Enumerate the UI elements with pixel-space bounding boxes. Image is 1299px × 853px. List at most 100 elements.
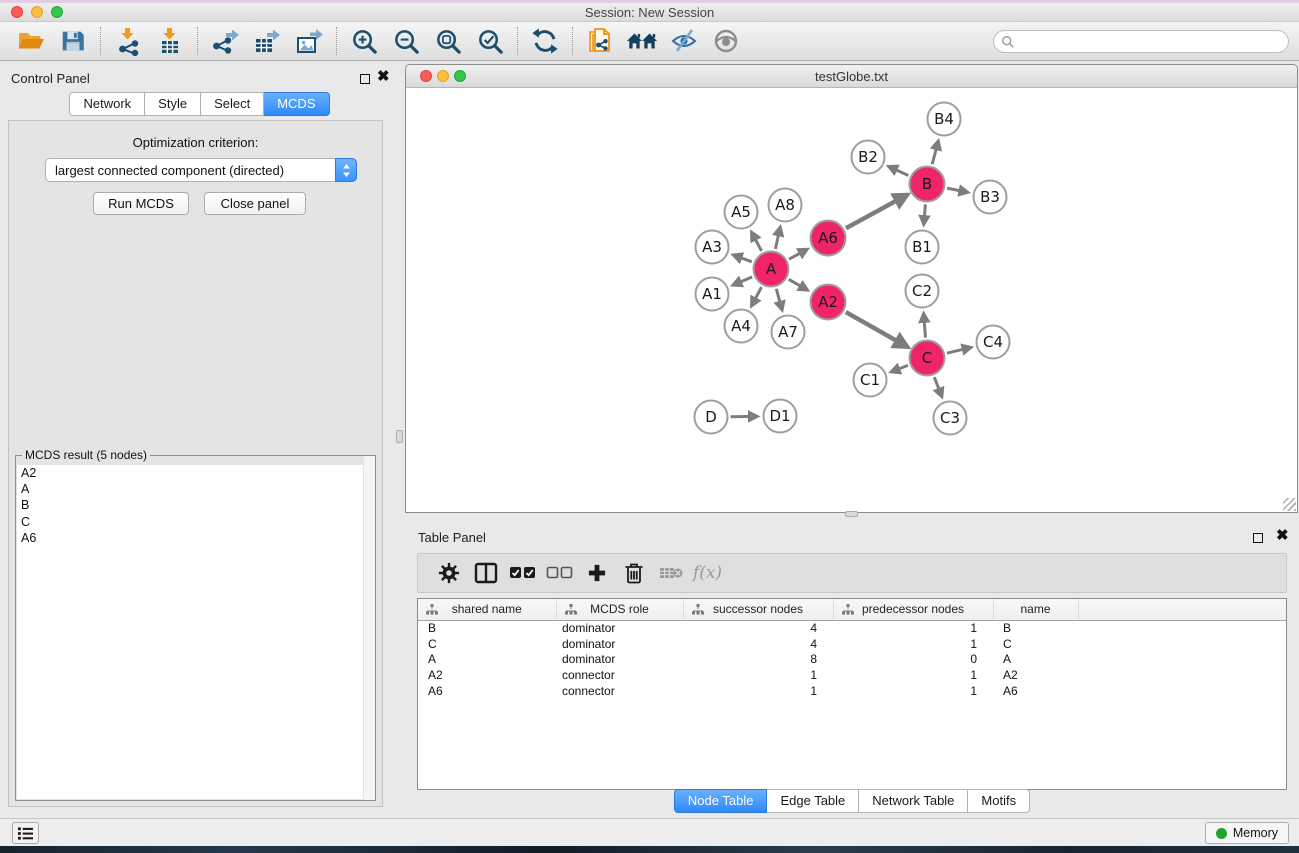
mcds-result-item[interactable]: C: [17, 514, 374, 530]
table-tab-edge-table[interactable]: Edge Table: [767, 789, 859, 813]
refresh-view-button[interactable]: [524, 25, 566, 57]
graph-node-A6[interactable]: A6: [811, 221, 846, 256]
graph-node-D[interactable]: D: [695, 401, 728, 434]
graph-node-C[interactable]: C: [910, 341, 945, 376]
tab-style[interactable]: Style: [145, 92, 201, 116]
graph-node-C4[interactable]: C4: [977, 326, 1010, 359]
memory-button[interactable]: Memory: [1205, 822, 1289, 844]
graph-node-A2[interactable]: A2: [811, 285, 846, 320]
table-row[interactable]: Bdominator41B: [418, 620, 1286, 636]
export-image-icon: [294, 26, 324, 56]
graph-edge-A-A3: [735, 256, 752, 262]
refresh-icon: [531, 27, 559, 55]
tab-select[interactable]: Select: [201, 92, 264, 116]
search-icon: [1001, 35, 1015, 49]
show-graphics-details-button[interactable]: [705, 25, 747, 57]
export-network-button[interactable]: [204, 25, 246, 57]
mcds-result-item[interactable]: A: [17, 481, 374, 497]
search-input[interactable]: [1019, 33, 1288, 51]
home-view-button[interactable]: [621, 25, 663, 57]
graph-edge-A-A2: [789, 279, 806, 289]
column-header-name[interactable]: name: [993, 599, 1078, 620]
graph-node-C2[interactable]: C2: [906, 275, 939, 308]
graph-node-B3[interactable]: B3: [974, 181, 1007, 214]
mcds-result-item[interactable]: A6: [17, 530, 374, 546]
split-table-button[interactable]: [467, 558, 504, 588]
optimization-criterion-label: Optimization criterion:: [9, 135, 382, 150]
graph-node-C1[interactable]: C1: [854, 364, 887, 397]
graph-node-C3[interactable]: C3: [934, 402, 967, 435]
graph-node-A3[interactable]: A3: [696, 231, 729, 264]
import-table-button[interactable]: [149, 25, 191, 57]
svg-text:D: D: [705, 408, 717, 426]
add-column-button[interactable]: [578, 558, 615, 588]
float-panel-icon[interactable]: [360, 74, 370, 84]
graph-node-B1[interactable]: B1: [906, 231, 939, 264]
graph-node-D1[interactable]: D1: [764, 400, 797, 433]
trash-icon: [624, 562, 644, 584]
new-network-from-selection-button[interactable]: [579, 25, 621, 57]
show-panels-list-button[interactable]: [12, 822, 39, 844]
close-panel-icon[interactable]: ✖: [1276, 527, 1289, 545]
column-header-shared-name[interactable]: shared name: [418, 599, 556, 620]
graph-node-B2[interactable]: B2: [852, 141, 885, 174]
network-window-title: testGlobe.txt: [406, 69, 1297, 84]
table-settings-button[interactable]: [430, 558, 467, 588]
table-row[interactable]: A6connector11A6: [418, 683, 1286, 699]
hide-graphics-details-button[interactable]: [663, 25, 705, 57]
network-canvas[interactable]: A A1 A2 A3 A4 A5 A6 A7 A8 B B1 B2 B3 B4 C C1 C2 C3 C4 D D1: [406, 88, 1297, 512]
svg-text:A3: A3: [702, 238, 722, 256]
delete-table-button[interactable]: [652, 558, 689, 588]
tab-network[interactable]: Network: [69, 92, 145, 116]
table-row[interactable]: A2connector11A2: [418, 667, 1286, 683]
svg-text:C4: C4: [983, 333, 1003, 351]
result-scrollbar[interactable]: [363, 456, 375, 800]
table-row[interactable]: Adominator80A: [418, 652, 1286, 668]
graph-node-A[interactable]: A: [754, 252, 789, 287]
zoom-out-button[interactable]: [385, 25, 427, 57]
vertical-splitter-handle[interactable]: [396, 430, 403, 443]
graph-node-A4[interactable]: A4: [725, 310, 758, 343]
export-table-button[interactable]: [246, 25, 288, 57]
open-folder-icon: [16, 26, 46, 56]
run-mcds-button[interactable]: Run MCDS: [93, 192, 189, 215]
import-network-button[interactable]: [107, 25, 149, 57]
zoom-fit-button[interactable]: [427, 25, 469, 57]
graph-node-A7[interactable]: A7: [772, 316, 805, 349]
node-table: shared nameMCDS rolesuccessor nodesprede…: [418, 599, 1287, 699]
tab-mcds[interactable]: MCDS: [264, 92, 329, 116]
network-window-titlebar[interactable]: testGlobe.txt: [406, 65, 1297, 88]
horizontal-splitter-handle[interactable]: [845, 511, 858, 517]
mcds-result-item[interactable]: A2: [17, 465, 374, 481]
save-session-button[interactable]: [52, 25, 94, 57]
graph-edge-A-A4: [752, 287, 761, 304]
deselect-all-rows-button[interactable]: [541, 558, 578, 588]
close-panel-button[interactable]: Close panel: [204, 192, 306, 215]
graph-node-A5[interactable]: A5: [725, 196, 758, 229]
column-header-successor-nodes[interactable]: successor nodes: [683, 599, 833, 620]
table-panel: Table Panel ✖: [405, 520, 1299, 815]
zoom-selected-button[interactable]: [469, 25, 511, 57]
window-resize-grip[interactable]: [1283, 498, 1296, 511]
criterion-select[interactable]: largest connected component (directed): [45, 158, 357, 182]
table-tab-motifs[interactable]: Motifs: [968, 789, 1030, 813]
column-header-MCDS-role[interactable]: MCDS role: [556, 599, 683, 620]
float-panel-icon[interactable]: [1253, 533, 1263, 543]
graph-node-A8[interactable]: A8: [769, 189, 802, 222]
delete-column-button[interactable]: [615, 558, 652, 588]
column-header-predecessor-nodes[interactable]: predecessor nodes: [833, 599, 993, 620]
open-file-button[interactable]: [10, 25, 52, 57]
export-image-button[interactable]: [288, 25, 330, 57]
table-tab-network-table[interactable]: Network Table: [859, 789, 968, 813]
function-builder-button[interactable]: f(x): [689, 558, 726, 588]
select-all-rows-button[interactable]: [504, 558, 541, 588]
table-row[interactable]: Cdominator41C: [418, 636, 1286, 652]
graph-node-B4[interactable]: B4: [928, 103, 961, 136]
close-panel-icon[interactable]: ✖: [377, 68, 390, 86]
mcds-result-item[interactable]: B: [17, 497, 374, 513]
graph-node-A1[interactable]: A1: [696, 278, 729, 311]
graph-node-B[interactable]: B: [910, 167, 945, 202]
application-window: Session: New Session: [0, 0, 1299, 853]
table-tab-node-table[interactable]: Node Table: [674, 789, 768, 813]
zoom-in-button[interactable]: [343, 25, 385, 57]
